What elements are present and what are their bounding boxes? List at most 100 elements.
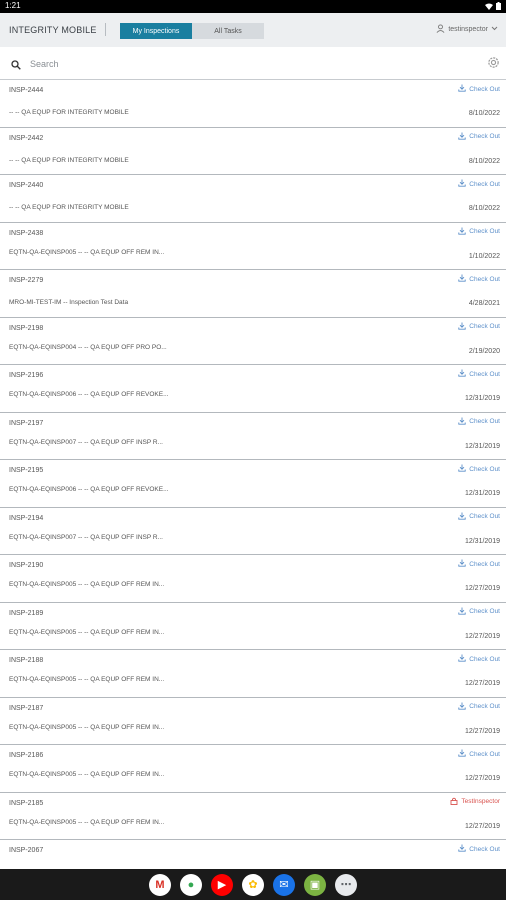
check-out-button[interactable]: Check Out [458,512,500,522]
inspection-description: -- -- QA EQUP FOR INTEGRITY MOBILE [9,109,129,116]
check-out-button[interactable]: Check Out [458,702,500,712]
settings-gear-icon[interactable] [487,56,500,74]
check-out-button[interactable]: Check Out [458,322,500,332]
app-drawer-icon[interactable]: ⋯ [335,873,357,896]
list-item[interactable]: INSP-2444 -- -- QA EQUP FOR INTEGRITY MOB… [0,80,506,128]
list-item[interactable]: INSP-2187 EQTN-QA-EQINSP005 -- -- QA EQUP… [0,698,506,745]
check-out-button[interactable]: Check Out [458,607,500,617]
user-icon [436,24,445,35]
inspection-id: INSP-2186 [9,752,44,759]
download-icon [458,132,466,142]
check-out-button[interactable]: Check Out [458,417,500,427]
list-item[interactable]: INSP-2196 EQTN-QA-EQINSP006 -- -- QA EQUP… [0,365,506,413]
check-out-button[interactable]: Check Out [458,369,500,379]
gmail-icon[interactable]: M [149,873,171,896]
list-item[interactable]: INSP-2197 EQTN-QA-EQINSP007 -- -- QA EQUP… [0,413,506,460]
list-item[interactable]: INSP-2185 EQTN-QA-EQINSP005 -- -- QA EQUP… [0,793,506,840]
checked-out-by[interactable]: TestInspector [450,797,500,807]
download-icon [458,654,466,664]
download-icon [458,179,466,189]
inspection-description: EQTN-QA-EQINSP005 -- -- QA EQUP OFF REM … [9,628,165,636]
photos-icon[interactable]: ✿ [242,873,264,896]
check-out-button[interactable]: Check Out [458,654,500,664]
inspection-description: EQTN-QA-EQINSP005 -- -- QA EQUP OFF REM … [9,676,165,683]
action-label: Check Out [469,465,500,473]
inspection-id: INSP-2196 [9,372,44,379]
check-out-button[interactable]: Check Out [458,84,500,94]
list-item[interactable]: INSP-2188 EQTN-QA-EQINSP005 -- -- QA EQUP… [0,650,506,698]
list-item[interactable]: INSP-2198 EQTN-QA-EQINSP004 -- -- QA EQUP… [0,318,506,365]
android-nav-bar: M ● ▶ ✿ ✉ ▣ ⋯ [0,869,506,900]
inspection-description: EQTN-QA-EQINSP006 -- -- QA EQUP OFF REVO… [9,486,169,493]
wifi-icon [485,3,493,12]
list-item[interactable]: INSP-2186 EQTN-QA-EQINSP005 -- -- QA EQUP… [0,745,506,793]
search-input[interactable] [28,55,452,73]
inspection-date: 12/27/2019 [464,680,500,687]
inspection-date: 12/31/2019 [464,537,500,545]
inspection-description: EQTN-QA-EQINSP007 -- -- QA EQUP OFF INSP… [9,438,163,446]
action-label: Check Out [469,323,500,330]
check-out-button[interactable]: Check Out [458,749,500,759]
check-out-button[interactable]: Check Out [458,274,500,284]
action-label: TestInspector [461,798,500,805]
action-label: Check Out [469,275,500,283]
inspection-id: INSP-2194 [9,514,44,522]
chrome-icon[interactable]: ● [180,873,202,896]
inspection-description: EQTN-QA-EQINSP005 -- -- QA EQUP OFF REM … [9,723,165,731]
action-label: Check Out [469,560,500,568]
tab-all-tasks[interactable]: All Tasks [192,23,264,39]
action-label: Check Out [469,513,500,520]
list-item[interactable]: INSP-2442 -- -- QA EQUP FOR INTEGRITY MOB… [0,128,506,175]
download-icon [458,464,466,474]
action-label: Check Out [469,228,500,235]
tab-my-inspections[interactable]: My Inspections [120,23,192,39]
inspection-id: INSP-2442 [9,134,44,142]
inspection-description: EQTN-QA-EQINSP005 -- -- QA EQUP OFF REM … [9,581,165,588]
status-time: 1:21 [5,1,21,10]
android-app-icon[interactable]: ▣ [304,873,326,896]
list-item[interactable]: INSP-2189 EQTN-QA-EQINSP005 -- -- QA EQUP… [0,603,506,650]
inspection-id: INSP-2188 [9,657,44,664]
inspection-date: 8/10/2022 [468,110,500,117]
list-item[interactable]: INSP-2279 MRO-MI-TEST-IM -- Inspection Te… [0,270,506,318]
action-label: Check Out [469,750,500,758]
inspection-id: INSP-2440 [9,182,44,189]
download-icon [458,417,466,427]
action-label: Check Out [469,608,500,615]
inspection-date: 2/19/2020 [468,347,500,355]
check-out-button[interactable]: Check Out [458,464,500,474]
user-name: testinspector [448,26,488,33]
download-icon [458,227,466,237]
action-label: Check Out [469,418,500,425]
list-item[interactable]: INSP-2195 EQTN-QA-EQINSP006 -- -- QA EQUP… [0,460,506,508]
download-icon [458,274,466,284]
inspection-id: INSP-2279 [9,277,44,284]
download-icon [458,322,466,332]
inspection-description: EQTN-QA-EQINSP007 -- -- QA EQUP OFF INSP… [9,533,163,541]
inspection-description: -- -- QA EQUP FOR INTEGRITY MOBILE [9,204,129,211]
check-out-button[interactable]: Check Out [458,132,500,142]
battery-icon [496,2,501,12]
inspection-id: INSP-2197 [9,419,44,427]
check-out-button[interactable]: Check Out [458,179,500,189]
list-item[interactable]: INSP-2440 -- -- QA EQUP FOR INTEGRITY MOB… [0,175,506,223]
list-item[interactable]: INSP-2194 EQTN-QA-EQINSP007 -- -- QA EQUP… [0,508,506,555]
action-label: Check Out [469,85,500,93]
youtube-icon[interactable]: ▶ [211,873,233,896]
inspection-date: 12/31/2019 [464,490,500,497]
check-out-button[interactable]: Check Out [458,227,500,237]
list-item[interactable]: INSP-2438 EQTN-QA-EQINSP005 -- -- QA EQUP… [0,223,506,270]
messages-icon[interactable]: ✉ [273,873,295,896]
check-out-button[interactable]: Check Out [458,559,500,569]
inspection-id: INSP-2195 [9,467,44,474]
check-out-button[interactable]: Check Out [458,844,500,854]
list-item[interactable]: INSP-2190 EQTN-QA-EQINSP005 -- -- QA EQUP… [0,555,506,603]
search-icon [11,57,21,75]
lock-icon [450,797,458,807]
header-divider [105,23,106,36]
download-icon [458,512,466,522]
app-header: INTEGRITY MOBILE My Inspections All Task… [0,13,506,48]
inspection-date: 12/27/2019 [464,632,500,640]
user-menu[interactable]: testinspector [436,24,498,35]
inspection-date: 12/27/2019 [464,775,500,782]
